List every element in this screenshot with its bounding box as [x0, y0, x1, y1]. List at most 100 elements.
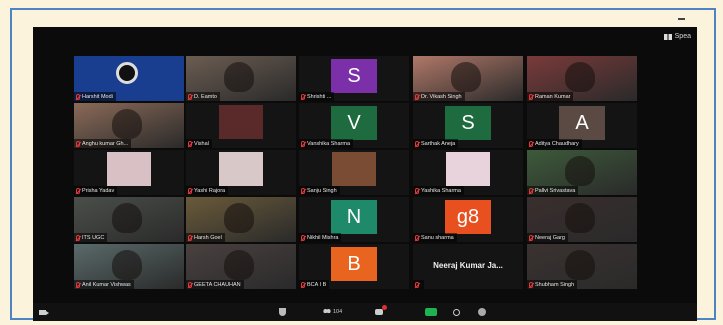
participant-tile[interactable]: Neeraj Garg	[527, 197, 637, 242]
avatar-initial: S	[445, 106, 491, 140]
participant-tile[interactable]: ITS UGC	[74, 197, 184, 242]
participant-name-bar: Shubham Singh	[527, 280, 578, 289]
participant-name-bar: Raman Kumar	[527, 92, 574, 101]
camera-icon	[39, 309, 49, 315]
mic-muted-icon	[76, 93, 80, 100]
participant-name: Vishal	[194, 140, 209, 147]
participant-name-bar: Dr. Vikash Singh	[413, 92, 465, 101]
participant-tile[interactable]: Raman Kumar	[527, 56, 637, 101]
participant-tile[interactable]: Yashika Sharma	[413, 150, 523, 195]
reactions-icon	[478, 308, 486, 316]
participant-name-bar: Aditya Chaudhary	[527, 139, 582, 148]
participant-tile[interactable]: Prisha Yadav	[74, 150, 184, 195]
person-silhouette	[112, 109, 142, 139]
avatar-initial: g8	[445, 200, 491, 234]
participant-name: Harsh Goel	[194, 234, 222, 241]
participant-name: Vanshika Sharma	[307, 140, 351, 147]
participant-name: Shrishti ...	[307, 93, 332, 100]
participant-name: Pallvi Srivastava	[535, 187, 576, 194]
speaker-view-button[interactable]: Spea	[663, 33, 691, 40]
participants-button[interactable]: 104	[323, 309, 342, 315]
participant-tile[interactable]: Sanju Singh	[299, 150, 409, 195]
participant-photo	[332, 152, 376, 186]
mic-muted-icon	[301, 281, 305, 288]
participant-name-bar: Prisha Yadav	[74, 186, 118, 195]
zoom-gallery-window: Spea Harshit Modi D. Eamto S Shrishti ... Dr…	[33, 18, 697, 321]
participant-name-bar: Sanju Singh	[299, 186, 340, 195]
person-silhouette	[224, 203, 254, 233]
participant-photo	[219, 105, 263, 139]
participant-tile[interactable]: g8 Sanu sharma	[413, 197, 523, 242]
participant-name-bar: BCA I B	[299, 280, 330, 289]
participant-tile[interactable]: Vishal	[186, 103, 296, 148]
mic-muted-icon	[529, 187, 533, 194]
participant-name: Shubham Singh	[535, 281, 575, 288]
participant-tile[interactable]: V Vanshika Sharma	[299, 103, 409, 148]
participant-name-bar: Vishal	[186, 139, 212, 148]
mic-muted-icon	[188, 281, 192, 288]
mic-muted-icon	[76, 140, 80, 147]
participant-tile[interactable]: Shubham Singh	[527, 244, 637, 289]
participant-name: Dr. Vikash Singh	[421, 93, 462, 100]
page-frame: Spea Harshit Modi D. Eamto S Shrishti ... Dr…	[0, 0, 723, 325]
participant-tile[interactable]: Yashi Rajora	[186, 150, 296, 195]
participant-name-bar: Anghu kumar Gh...	[74, 139, 132, 148]
participant-tile[interactable]: Neeraj Kumar Ja...	[413, 244, 523, 289]
window-minimize-icon[interactable]	[678, 18, 685, 20]
participant-name-bar: ITS UGC	[74, 233, 108, 242]
participant-tile[interactable]: GEETA CHAUHAN	[186, 244, 296, 289]
share-screen-button[interactable]	[425, 308, 437, 316]
participant-name-bar: Harsh Goel	[186, 233, 225, 242]
avatar-initial: B	[331, 247, 377, 281]
participant-name-bar: Harshit Modi	[74, 92, 116, 101]
participant-tile[interactable]: Harshit Modi	[74, 56, 184, 101]
participant-tile[interactable]: Anghu kumar Gh...	[74, 103, 184, 148]
participant-name: BCA I B	[307, 281, 327, 288]
participant-name: Anghu kumar Gh...	[82, 140, 129, 147]
record-icon	[453, 308, 460, 316]
mic-muted-icon	[415, 93, 419, 100]
participant-name: Sanju Singh	[307, 187, 337, 194]
shield-icon	[279, 308, 286, 316]
participant-tile[interactable]: Pallvi Srivastava	[527, 150, 637, 195]
participant-name-bar: Anil Kumar Vishwas	[74, 280, 134, 289]
participant-tile[interactable]: B BCA I B	[299, 244, 409, 289]
mic-muted-icon	[76, 187, 80, 194]
person-silhouette	[565, 250, 595, 280]
participant-tile[interactable]: Anil Kumar Vishwas	[74, 244, 184, 289]
avatar-initial: V	[331, 106, 377, 140]
record-button[interactable]	[453, 308, 460, 316]
participant-name-bar	[413, 280, 424, 289]
chat-button[interactable]	[375, 305, 387, 315]
mic-muted-icon	[529, 281, 533, 288]
video-button[interactable]	[39, 309, 49, 315]
chat-icon	[375, 305, 387, 315]
participant-tile[interactable]: D. Eamto	[186, 56, 296, 101]
mic-muted-icon	[529, 93, 533, 100]
mic-muted-icon	[415, 187, 419, 194]
people-icon	[323, 309, 331, 315]
share-screen-icon	[425, 308, 437, 316]
participant-tile[interactable]: N Nikhil Mishra	[299, 197, 409, 242]
participant-tile[interactable]: Harsh Goel	[186, 197, 296, 242]
participant-tile[interactable]: S Sarthak Aneja	[413, 103, 523, 148]
mic-muted-icon	[301, 93, 305, 100]
person-silhouette	[224, 62, 254, 92]
participant-tile[interactable]: Dr. Vikash Singh	[413, 56, 523, 101]
reactions-button[interactable]	[478, 308, 486, 316]
security-button[interactable]	[279, 308, 286, 316]
mic-muted-icon	[188, 140, 192, 147]
mic-muted-icon	[188, 187, 192, 194]
camera-app-logo-icon	[116, 62, 138, 84]
participant-tile[interactable]: A Aditya Chaudhary	[527, 103, 637, 148]
participant-name-bar: Neeraj Garg	[527, 233, 568, 242]
mic-muted-icon	[415, 234, 419, 241]
mic-muted-icon	[415, 140, 419, 147]
participant-tile[interactable]: S Shrishti ...	[299, 56, 409, 101]
mic-muted-icon	[415, 281, 419, 288]
participant-photo	[219, 152, 263, 186]
mic-muted-icon	[529, 234, 533, 241]
participant-name: GEETA CHAUHAN	[194, 281, 241, 288]
participant-name-bar: Sarthak Aneja	[413, 139, 459, 148]
grid-view-icon	[663, 33, 672, 40]
